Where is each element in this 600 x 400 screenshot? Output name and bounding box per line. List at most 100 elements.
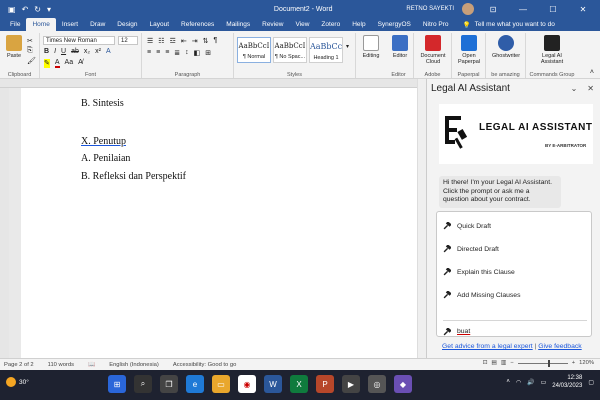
tab-help[interactable]: Help	[346, 18, 371, 31]
zoom-slider[interactable]	[517, 359, 568, 367]
tab-file[interactable]: File	[4, 18, 26, 31]
doc-line[interactable]: B. Sintesis	[81, 98, 124, 109]
proofing-icon[interactable]: 📖	[88, 362, 95, 368]
search-icon[interactable]: ⌕	[134, 375, 152, 393]
format-painter-icon[interactable]: 🖌	[27, 57, 36, 65]
print-layout-icon[interactable]: ▤	[491, 360, 496, 366]
tray-chevron-icon[interactable]: ˄	[506, 379, 510, 385]
numbering-icon[interactable]: ☷	[158, 37, 164, 45]
doc-line[interactable]: A. Penilaian	[81, 153, 130, 164]
prompt-directed-draft[interactable]: Directed Draft	[443, 245, 499, 253]
tab-synergyos[interactable]: SynergyOS	[372, 18, 417, 31]
tell-me-search[interactable]: 💡 Tell me what you want to do	[463, 21, 555, 29]
customize-qat-icon[interactable]: ▾	[47, 5, 51, 14]
font-name-box[interactable]: Times New Roman	[43, 36, 115, 45]
language-status[interactable]: English (Indonesia)	[109, 362, 159, 368]
copy-icon[interactable]: ⎘	[27, 47, 33, 55]
tab-review[interactable]: Review	[256, 18, 289, 31]
tab-home[interactable]: Home	[26, 18, 56, 31]
tab-insert[interactable]: Insert	[56, 18, 84, 31]
word-count[interactable]: 110 words	[48, 362, 74, 368]
minimize-icon[interactable]: —	[512, 5, 534, 14]
font-color-icon[interactable]: A	[54, 59, 60, 68]
pane-close-icon[interactable]: ✕	[587, 84, 594, 93]
battery-icon[interactable]: ▭	[541, 379, 547, 386]
style-heading-1[interactable]: AaBbCc Heading 1	[309, 37, 343, 63]
font-size-box[interactable]: 12	[118, 36, 138, 45]
align-center-icon[interactable]: ≡	[156, 49, 160, 57]
undo-icon[interactable]: ↶	[22, 5, 29, 14]
editing-button[interactable]: Editing	[359, 35, 383, 59]
file-explorer-icon[interactable]: ▭	[212, 375, 230, 393]
justify-icon[interactable]: ≣	[174, 49, 180, 57]
underline-button[interactable]: U	[61, 48, 66, 55]
media-player-icon[interactable]: ▶	[342, 375, 360, 393]
borders-icon[interactable]: ⊞	[205, 49, 211, 57]
bullets-icon[interactable]: ☰	[147, 37, 153, 45]
editor-button[interactable]: Editor	[388, 35, 412, 59]
doc-line[interactable]: X. Penutup	[81, 136, 126, 147]
close-icon[interactable]: ✕	[572, 5, 594, 14]
legal-expert-link[interactable]: Get advice from a legal expert	[442, 343, 533, 350]
clear-format-icon[interactable]: A̸	[78, 59, 83, 68]
collapse-ribbon-icon[interactable]: ˄	[590, 69, 594, 76]
document-page[interactable]: B. Sintesis X. Penutup A. Penilaian B. R…	[21, 88, 417, 358]
change-case-icon[interactable]: Aa	[65, 59, 74, 68]
align-left-icon[interactable]: ≡	[147, 49, 151, 57]
weather-widget[interactable]: 30°	[6, 377, 29, 387]
powerpoint-icon[interactable]: P	[316, 375, 334, 393]
tab-view[interactable]: View	[289, 18, 315, 31]
zoom-thumb[interactable]	[547, 359, 550, 367]
horizontal-ruler[interactable]	[0, 79, 420, 88]
ribbon-display-icon[interactable]: ⊡	[482, 5, 504, 14]
increase-indent-icon[interactable]: ⇥	[192, 37, 198, 45]
prompt-quick-draft[interactable]: Quick Draft	[443, 222, 491, 230]
bold-button[interactable]: B	[44, 48, 49, 55]
paste-button[interactable]: Paste	[4, 35, 24, 59]
doc-line[interactable]: B. Refleksi dan Perspektif	[81, 171, 186, 182]
line-spacing-icon[interactable]: ↕	[185, 49, 189, 57]
volume-icon[interactable]: 🔊	[527, 379, 534, 386]
clock[interactable]: 12:38 24/03/2023	[552, 374, 582, 390]
tab-draw[interactable]: Draw	[84, 18, 111, 31]
word-icon[interactable]: W	[264, 375, 282, 393]
tab-design[interactable]: Design	[111, 18, 143, 31]
ghostwriter-button[interactable]: Ghostwriter	[489, 35, 523, 59]
task-view-icon[interactable]: ❐	[160, 375, 178, 393]
accessibility-status[interactable]: Accessibility: Good to go	[173, 362, 236, 368]
text-effects-icon[interactable]: A	[106, 48, 111, 55]
chrome-icon[interactable]: ◉	[238, 375, 256, 393]
prompt-explain-clause[interactable]: Explain this Clause	[443, 268, 515, 276]
edge-icon[interactable]: e	[186, 375, 204, 393]
tab-mailings[interactable]: Mailings	[220, 18, 256, 31]
tab-references[interactable]: References	[175, 18, 220, 31]
avatar[interactable]	[462, 3, 474, 15]
document-scrollbar[interactable]	[417, 79, 426, 358]
prompt-add-missing-clauses[interactable]: Add Missing Clauses	[443, 291, 520, 299]
align-right-icon[interactable]: ≡	[165, 49, 169, 57]
styles-more-icon[interactable]: ▾	[346, 43, 349, 50]
style-normal[interactable]: AaBbCcI ¶ Normal	[237, 37, 271, 63]
decrease-indent-icon[interactable]: ⇤	[181, 37, 187, 45]
cut-icon[interactable]: ✂	[27, 37, 33, 45]
autosave-icon[interactable]: ▣	[8, 5, 16, 14]
pane-options-icon[interactable]: ⌄	[571, 84, 578, 93]
sort-icon[interactable]: ⇅	[203, 37, 209, 45]
notification-icon[interactable]: ▢	[588, 379, 594, 386]
highlight-icon[interactable]: ✎	[44, 59, 50, 68]
chat-input[interactable]	[457, 328, 557, 335]
start-icon[interactable]: ⊞	[108, 375, 126, 393]
vertical-ruler[interactable]	[0, 88, 9, 358]
legal-ai-assistant-button[interactable]: Legal AI Assistant	[536, 35, 568, 65]
tab-nitro-pro[interactable]: Nitro Pro	[417, 18, 455, 31]
give-feedback-link[interactable]: Give feedback	[538, 343, 581, 350]
document-cloud-button[interactable]: Document Cloud	[417, 35, 449, 65]
app-icon[interactable]: ◆	[394, 375, 412, 393]
wifi-icon[interactable]: ◠	[516, 379, 521, 386]
style-no-spacing[interactable]: AaBbCcI ¶ No Spac...	[273, 37, 307, 63]
user-name[interactable]: RETNO SAYEKTI	[406, 6, 454, 12]
focus-icon[interactable]: ⊡	[483, 360, 488, 366]
zoom-level[interactable]: 120%	[579, 360, 594, 366]
subscript-button[interactable]: x₂	[84, 48, 90, 55]
italic-button[interactable]: I	[54, 48, 56, 55]
